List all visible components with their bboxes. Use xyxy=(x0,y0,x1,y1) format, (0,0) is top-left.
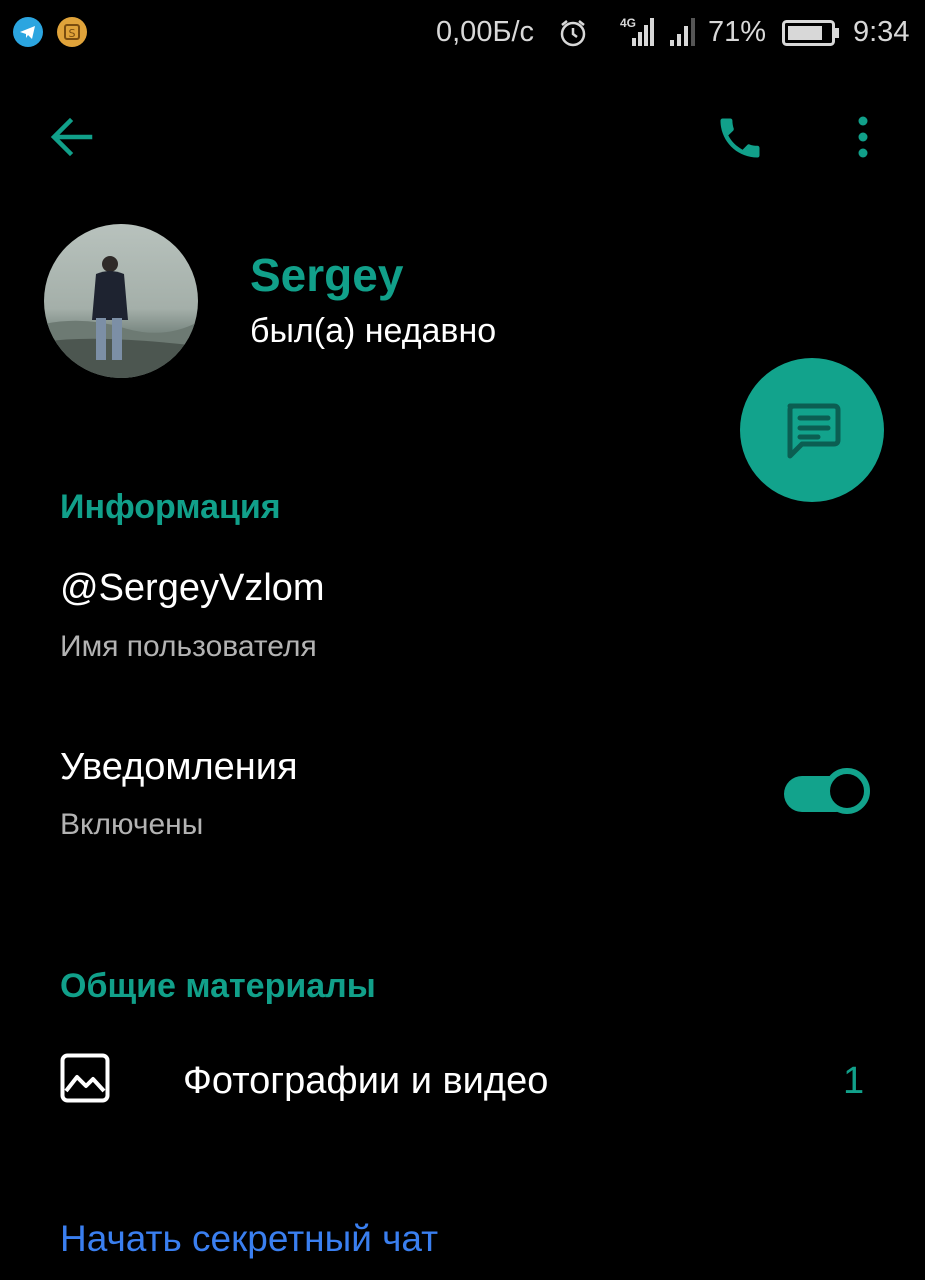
notifications-label[interactable]: Уведомления xyxy=(60,746,298,789)
more-vert-icon[interactable] xyxy=(852,113,874,161)
username-value[interactable]: @SergeyVzlom xyxy=(60,567,325,610)
photo-icon xyxy=(60,1053,110,1108)
signal-4g-icon: 4G xyxy=(620,16,656,48)
app-notification-icon: S xyxy=(57,17,87,47)
notifications-toggle-knob[interactable] xyxy=(824,768,870,814)
notifications-status: Включены xyxy=(60,808,204,841)
signal-icon xyxy=(668,16,696,53)
message-button[interactable] xyxy=(740,358,884,502)
telegram-icon xyxy=(13,17,43,47)
section-title-shared: Общие материалы xyxy=(60,967,376,1005)
phone-icon[interactable] xyxy=(714,112,766,164)
svg-text:S: S xyxy=(69,27,76,40)
profile-name: Sergey xyxy=(250,249,404,301)
net-speed: 0,00Б/с xyxy=(436,16,535,48)
message-icon xyxy=(787,403,841,459)
avatar[interactable] xyxy=(44,224,198,378)
photos-videos-label[interactable]: Фотографии и видео xyxy=(183,1060,548,1103)
username-label: Имя пользователя xyxy=(60,630,317,663)
photos-count: 1 xyxy=(843,1060,865,1102)
last-seen-status: был(а) недавно xyxy=(250,312,497,350)
alarm-icon xyxy=(557,17,589,54)
battery-percent: 71% xyxy=(708,16,767,48)
start-secret-chat-link[interactable]: Начать секретный чат xyxy=(60,1218,438,1260)
back-arrow-icon[interactable] xyxy=(46,112,96,162)
battery-icon xyxy=(782,20,840,51)
clock: 9:34 xyxy=(853,16,910,48)
section-title-info: Информация xyxy=(60,488,281,526)
